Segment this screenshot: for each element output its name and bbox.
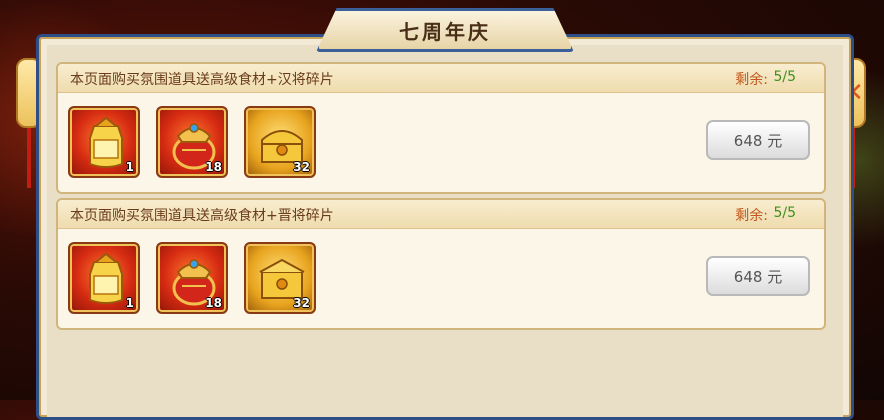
treasure-bag-icon [89,252,123,304]
treasure-bag-icon [89,116,123,168]
reward-item-red-gold-pouch[interactable]: 18 [156,106,228,178]
offer-card: 本页面购买氛围道具送高级食材+晋将碎片 剩余: 5/5 1 18 32 648 … [56,198,826,330]
item-quantity: 1 [125,160,134,174]
item-quantity: 18 [205,296,222,310]
offer-header: 本页面购买氛围道具送高级食材+晋将碎片 剩余: 5/5 [58,200,824,229]
remaining-label: 剩余: [735,208,768,224]
reward-item-red-treasure-bag[interactable]: 1 [68,242,140,314]
item-quantity: 18 [205,160,222,174]
remaining-label: 剩余: [735,72,768,88]
buy-button[interactable]: 648 元 [706,256,810,296]
left-tassel-decoration [27,128,31,188]
item-quantity: 32 [293,160,310,174]
offer-description: 本页面购买氛围道具送高级食材+汉将碎片 [70,72,334,88]
page-title: 七周年庆 [399,19,491,44]
reward-item-golden-chest[interactable]: 32 [244,242,316,314]
reward-item-golden-chest[interactable]: 32 [244,106,316,178]
reward-item-red-gold-pouch[interactable]: 18 [156,242,228,314]
offer-card: 本页面购买氛围道具送高级食材+汉将碎片 剩余: 5/5 1 18 32 648 … [56,62,826,194]
buy-button[interactable]: 648 元 [706,120,810,160]
title-plaque: 七周年庆 [316,8,574,52]
remaining-value: 5/5 [773,205,796,221]
reward-item-red-treasure-bag[interactable]: 1 [68,106,140,178]
item-quantity: 32 [293,296,310,310]
offer-header: 本页面购买氛围道具送高级食材+汉将碎片 剩余: 5/5 [58,64,824,93]
remaining-value: 5/5 [773,69,796,85]
item-quantity: 1 [125,296,134,310]
offer-description: 本页面购买氛围道具送高级食材+晋将碎片 [70,208,334,224]
